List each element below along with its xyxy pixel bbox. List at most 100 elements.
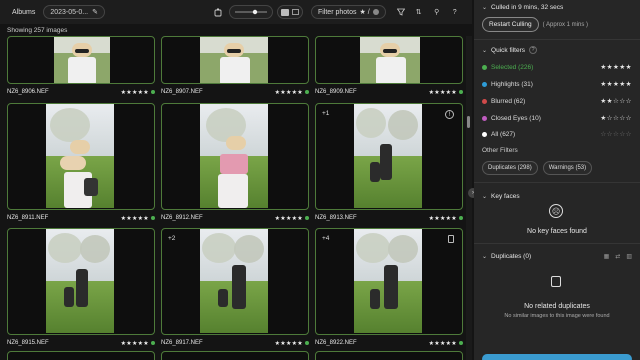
culled-time-title: Culled in 9 mins, 32 secs xyxy=(491,3,564,11)
photo-thumbnail xyxy=(200,104,268,208)
grid-scrollbar[interactable] xyxy=(466,36,472,360)
quick-filter-stars: ★★★★★ xyxy=(600,64,632,71)
photo-frame[interactable] xyxy=(7,103,155,210)
photo-frame[interactable] xyxy=(7,36,155,84)
key-faces-section: ⌄ Key faces ☹ No key faces found xyxy=(474,188,640,244)
quick-filter-label: Highlights (31) xyxy=(491,80,533,88)
photo-filename: NZ6_8911.NEF xyxy=(7,215,49,221)
photo-rating[interactable]: ★★★★★ xyxy=(121,216,149,222)
stack-count-badge: +2 xyxy=(168,235,176,242)
photo-rating[interactable]: ★★★★★ xyxy=(429,216,457,222)
selected-dot xyxy=(305,89,309,94)
quick-filter-closed-eyes[interactable]: Closed Eyes (10) ★☆☆☆☆ xyxy=(482,113,632,123)
photo-frame[interactable] xyxy=(161,351,309,360)
photo-filename: NZ6_8922.NEF xyxy=(315,340,357,346)
quick-filter-label: Blurred (62) xyxy=(491,97,526,105)
selected-dot xyxy=(459,89,463,94)
quick-filter-stars: ★★☆☆☆ xyxy=(600,98,632,105)
photo-rating[interactable]: ★★★★★ xyxy=(275,216,303,222)
status-dot xyxy=(482,64,487,70)
quick-filter-highlights[interactable]: Highlights (31) ★★★★★ xyxy=(482,79,632,89)
photo-rating[interactable]: ★★★★★ xyxy=(429,90,457,96)
chevron-down-icon[interactable]: ⌄ xyxy=(482,47,487,54)
photo-thumbnail xyxy=(200,229,268,333)
compare-icon[interactable]: ▥ xyxy=(626,253,632,260)
filter-photos-button[interactable]: Filter photos ★ / xyxy=(310,5,386,19)
status-dot xyxy=(482,131,487,137)
photo-filename: NZ6_8915.NEF xyxy=(7,340,49,346)
photo-frame[interactable]: +4 xyxy=(315,228,463,335)
photo-thumbnail xyxy=(54,37,110,83)
chevron-down-icon[interactable]: ⌄ xyxy=(482,4,487,11)
quick-filter-label: Closed Eyes (10) xyxy=(491,114,541,122)
photo-grid: NZ6_8906.NEF ★★★★★ NZ6_8907.NEF ★★★★★ NZ… xyxy=(0,36,466,360)
albums-link[interactable]: Albums xyxy=(6,6,41,19)
photo-frame[interactable] xyxy=(161,103,309,210)
status-dot xyxy=(482,81,487,87)
photo-rating[interactable]: ★★★★★ xyxy=(275,90,303,96)
filter-rating-label: ★ / xyxy=(359,9,370,16)
photo-frame[interactable]: +1 ! xyxy=(315,103,463,210)
duplicates-empty-subtext: No similar images to this image were fou… xyxy=(504,313,610,319)
key-faces-empty-text: No key faces found xyxy=(527,228,587,235)
tag-icon[interactable]: ⚲ xyxy=(430,5,444,19)
photo-frame[interactable] xyxy=(161,36,309,84)
primary-action-button[interactable] xyxy=(482,354,632,360)
photo-rating[interactable]: ★★★★★ xyxy=(121,90,149,96)
rotate-icon[interactable] xyxy=(211,5,225,19)
quick-filter-blurred[interactable]: Blurred (62) ★★☆☆☆ xyxy=(482,96,632,106)
copy-icon xyxy=(551,276,561,287)
photo-frame[interactable] xyxy=(7,228,155,335)
view-toggle[interactable] xyxy=(276,5,303,19)
clear-filter-icon[interactable] xyxy=(372,9,379,15)
restart-culling-button[interactable]: Restart Culling xyxy=(482,17,539,32)
photo-rating[interactable]: ★★★★★ xyxy=(121,341,149,347)
funnel-icon[interactable] xyxy=(394,5,408,19)
sort-icon[interactable]: ⇅ xyxy=(412,5,426,19)
help-icon[interactable]: ? xyxy=(528,46,537,54)
selected-dot xyxy=(151,89,155,94)
trash-icon[interactable] xyxy=(448,235,454,243)
photo-filename: NZ6_8907.NEF xyxy=(161,89,203,95)
status-dot xyxy=(482,115,487,121)
photo-filename: NZ6_8917.NEF xyxy=(161,340,203,346)
photo-filename: NZ6_8906.NEF xyxy=(7,89,49,95)
duplicates-title: Duplicates (0) xyxy=(491,252,532,260)
duplicates-filter-chip[interactable]: Duplicates (298) xyxy=(482,161,538,175)
stack-count-badge: +1 xyxy=(322,110,330,117)
quick-filter-label: Selected (226) xyxy=(491,63,534,71)
approx-time-label: ( Approx 1 mins ) xyxy=(542,21,588,28)
photo-thumbnail xyxy=(354,229,422,333)
swap-icon[interactable]: ⇄ xyxy=(615,253,620,260)
photo-rating[interactable]: ★★★★★ xyxy=(275,341,303,347)
album-breadcrumb[interactable]: 2023-05-0... ✎ xyxy=(43,5,105,19)
quick-filter-stars: ★☆☆☆☆ xyxy=(600,115,632,122)
edit-icon[interactable]: ✎ xyxy=(92,8,98,16)
photo-filename: NZ6_8912.NEF xyxy=(161,215,203,221)
help-icon[interactable]: ? xyxy=(448,5,462,19)
photo-thumbnail xyxy=(200,37,268,83)
info-icon[interactable]: ! xyxy=(445,110,454,119)
photo-frame[interactable] xyxy=(315,351,463,360)
scrollbar-thumb[interactable] xyxy=(467,116,470,128)
other-filters-title: Other Filters xyxy=(482,147,518,154)
photo-thumbnail xyxy=(360,37,420,83)
quick-filter-selected[interactable]: Selected (226) ★★★★★ xyxy=(482,62,632,72)
list-view-icon[interactable] xyxy=(291,9,299,15)
quick-filter-all[interactable]: All (627) ☆☆☆☆☆ xyxy=(482,129,632,139)
chevron-down-icon[interactable]: ⌄ xyxy=(482,193,487,200)
photo-frame[interactable] xyxy=(7,351,155,360)
warnings-filter-chip[interactable]: Warnings (53) xyxy=(542,161,593,175)
photo-frame[interactable]: +2 xyxy=(161,228,309,335)
grid-view-icon[interactable] xyxy=(280,8,289,16)
chevron-down-icon[interactable]: ⌄ xyxy=(482,253,487,260)
right-panel: ⌄ Culled in 9 mins, 32 secs Restart Cull… xyxy=(474,0,640,360)
album-name: 2023-05-0... xyxy=(50,8,89,16)
photo-rating[interactable]: ★★★★★ xyxy=(429,341,457,347)
grid-view-icon[interactable]: ▦ xyxy=(604,253,610,260)
filter-photos-label: Filter photos xyxy=(317,8,357,16)
photo-frame[interactable] xyxy=(315,36,463,84)
culling-section: ⌄ Culled in 9 mins, 32 secs Restart Cull… xyxy=(474,0,640,40)
thumbnail-size-slider[interactable] xyxy=(228,5,273,19)
selected-dot xyxy=(305,215,309,220)
